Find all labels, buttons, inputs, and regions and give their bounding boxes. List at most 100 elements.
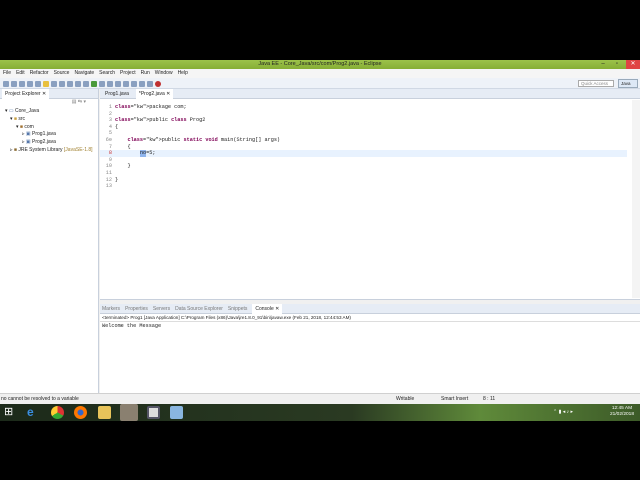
notepad-icon[interactable] (170, 406, 183, 419)
window-title: Java EE - Core_Java/src/com/Prog2.java -… (258, 61, 382, 67)
line-number: 1 (108, 104, 112, 110)
stop-icon[interactable] (155, 80, 161, 87)
tree-item-jre[interactable]: ▹ ■ JRE System Library [JavaSE-1.8] (0, 147, 98, 155)
clock[interactable]: 12:45 AM 21/02/2018 (610, 406, 634, 418)
code-line[interactable]: 1 class="kw">package com; (100, 104, 627, 111)
tray-icons[interactable]: ⌃ ▮ ◂ ♪ ▸ (553, 409, 573, 415)
menu-project[interactable]: Project (120, 69, 136, 78)
app-icon[interactable] (147, 406, 160, 419)
code-line[interactable]: 4{ (100, 124, 627, 131)
menu-source[interactable]: Source (54, 69, 70, 78)
new-class-icon[interactable] (107, 80, 113, 87)
code-line[interactable]: 3 class="kw">public class Prog2 (100, 117, 627, 124)
menu-edit[interactable]: Edit (16, 69, 25, 78)
code-line[interactable]: 5 (100, 130, 627, 137)
chrome-icon[interactable] (51, 406, 64, 419)
minimize-button[interactable]: – (596, 60, 610, 69)
line-number: 5 (108, 130, 112, 137)
tree-item-src[interactable]: ▾ ■ src (0, 116, 98, 124)
code-editor[interactable]: Prog1.java *Prog2.java ✕ 1 class="kw">pac… (100, 88, 640, 300)
maximize-button[interactable]: ▫ (610, 60, 624, 69)
tab-servers[interactable]: Servers (153, 304, 170, 314)
print-icon[interactable] (19, 80, 25, 87)
firefox-icon[interactable] (74, 406, 87, 419)
annotation-icon[interactable] (131, 80, 137, 87)
code-line[interactable]: 6⊖ class="kw">public static void main(St… (100, 137, 627, 144)
suspend-icon[interactable] (59, 80, 65, 87)
menu-file[interactable]: File (3, 69, 11, 78)
tab-label: *Prog2.java (138, 90, 165, 97)
tab-markers[interactable]: Markers (102, 304, 120, 314)
menu-navigate[interactable]: Navigate (74, 69, 94, 78)
save-icon[interactable] (11, 80, 17, 87)
taskbar: ⊞ e ⌃ ▮ ◂ ♪ ▸ 12:45 AM 21/02/2018 (0, 404, 640, 421)
status-message: no cannot be resolved to a variable (1, 396, 79, 402)
resume-icon[interactable] (51, 80, 57, 87)
code-line[interactable]: 13 (100, 183, 627, 190)
debug-icon[interactable] (83, 80, 89, 87)
line-number: 9 (108, 156, 112, 163)
clock-date: 21/02/2018 (609, 412, 634, 417)
menu-run[interactable]: Run (141, 69, 150, 78)
menu-refactor[interactable]: Refactor (30, 69, 49, 78)
quick-access-input[interactable]: Quick Access (578, 80, 614, 87)
code-line[interactable]: 12} (100, 177, 627, 184)
code-line[interactable]: 10 } (100, 163, 627, 170)
skip-breakpoints-icon[interactable] (35, 80, 41, 87)
code-line[interactable]: 9 (100, 157, 627, 164)
code-line[interactable]: 11 (100, 170, 627, 177)
highlight-icon[interactable] (43, 80, 49, 87)
tab-data-source-explorer[interactable]: Data Source Explorer (175, 304, 223, 314)
tab-prog2[interactable]: *Prog2.java ✕ (135, 88, 174, 99)
tab-snippets[interactable]: Snippets (228, 304, 247, 314)
code-line[interactable]: 2 (100, 111, 627, 118)
terminate-icon[interactable] (67, 80, 73, 87)
tree-item-prog1[interactable]: ▹ ▣ Prog1.java (0, 131, 98, 139)
tree-item-prog2[interactable]: ▹ ▣ Prog2.java (0, 139, 98, 147)
tree-label: Core_Java (15, 108, 40, 114)
forward-icon[interactable] (147, 80, 153, 87)
editor-scrollbar[interactable] (632, 100, 640, 298)
tree-item-core-java[interactable]: ▾ ▭ Core_Java (0, 108, 98, 116)
search-icon[interactable] (123, 80, 129, 87)
status-writable: Writable (396, 396, 415, 402)
code-line[interactable]: 7 { (100, 144, 627, 151)
code-area[interactable]: 1 class="kw">package com; 2 3 class="kw">pub… (100, 100, 627, 298)
code-text: class="kw">public static void main(Strin… (127, 137, 281, 143)
ie-icon[interactable]: e (27, 406, 40, 419)
code-line[interactable]: 8 no=5; (100, 150, 627, 157)
tab-prog1[interactable]: Prog1.java (102, 89, 132, 99)
tree-item-com[interactable]: ▾ ■ com (0, 124, 98, 132)
line-number: 10 (105, 163, 112, 170)
run-icon[interactable] (91, 80, 97, 87)
tab-project-explorer[interactable]: Project Explorer ✕ (2, 88, 50, 99)
toolbar: Quick Access Java EE (0, 78, 640, 94)
line-number: 3 (108, 117, 112, 124)
menu-help[interactable]: Help (178, 69, 188, 78)
code-text: { (115, 123, 119, 130)
code-text: class="kw">package com; (115, 104, 187, 110)
close-button[interactable]: ✕ (626, 60, 640, 69)
console-panel: Markers Properties Servers Data Source E… (100, 303, 640, 393)
java-ee-perspective-button[interactable]: Java EE (618, 79, 638, 94)
tree-label: src (18, 115, 25, 122)
tree-label: Prog2.java (32, 139, 56, 146)
line-number: 4 (108, 123, 112, 130)
code-text: class="kw">public class Prog2 (115, 117, 206, 124)
back-icon[interactable] (139, 80, 145, 87)
step-icon[interactable] (75, 80, 81, 87)
open-type-icon[interactable] (115, 80, 121, 87)
line-number: 7 (108, 143, 112, 150)
external-tools-icon[interactable] (99, 80, 105, 87)
code-text: } (115, 163, 131, 170)
line-number: 8 (108, 150, 112, 157)
tab-console[interactable]: Console ✕ (252, 303, 283, 314)
eclipse-icon[interactable] (120, 404, 138, 421)
tab-properties[interactable]: Properties (125, 304, 148, 314)
menu-search[interactable]: Search (99, 69, 115, 78)
file-explorer-icon[interactable] (98, 406, 111, 419)
new-icon[interactable] (3, 80, 9, 87)
server-icon[interactable] (27, 80, 33, 87)
menu-window[interactable]: Window (155, 69, 173, 78)
windows-start-icon[interactable]: ⊞ (4, 406, 17, 419)
